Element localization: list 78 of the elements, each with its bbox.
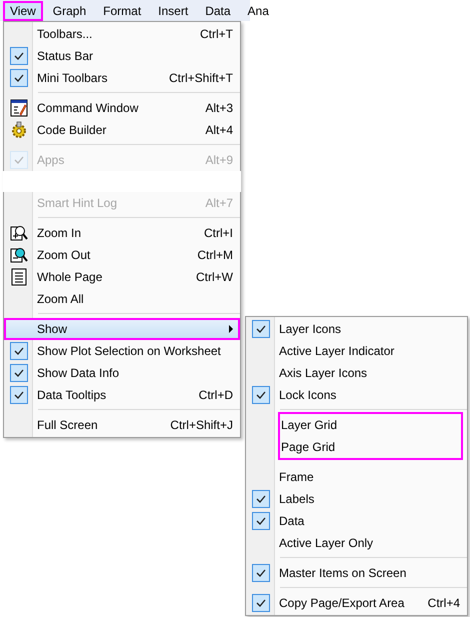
menu-item-label: Full Screen (36, 418, 99, 432)
menu-item[interactable]: Code Builder Alt+4 (4, 119, 240, 141)
menu-item-label: Active Layer Only (278, 536, 374, 550)
menu-item[interactable]: Status Bar (4, 45, 240, 67)
menu-item-label: Copy Page/Export Area (278, 596, 406, 610)
menu-item-label: Lock Icons (278, 388, 338, 402)
shortcut-label: Alt+3 (205, 101, 233, 115)
submenu-arrow-icon (229, 325, 233, 333)
menu-item-label: Active Layer Indicator (278, 344, 396, 358)
menu-item[interactable]: Show (4, 318, 240, 340)
menu-item[interactable]: Data (246, 510, 467, 532)
menu-bar-item[interactable]: Data (198, 0, 238, 20)
menu-item-label: Page Grid (280, 440, 336, 454)
shortcut-label: Ctrl+Shift+T (168, 71, 233, 85)
menu-item-label: Labels (278, 492, 316, 506)
menu-item[interactable]: Axis Layer Icons (246, 362, 467, 384)
menu-item-label: Apps (36, 153, 66, 167)
menu-item[interactable]: Layer Grid (248, 414, 461, 436)
menu-item[interactable]: Page Grid (248, 436, 461, 458)
shortcut-label: Ctrl+4 (428, 596, 460, 610)
menu-item-label: Show Plot Selection on Worksheet (36, 344, 222, 358)
menu-item-label: Command Window (36, 101, 140, 115)
menu-item[interactable]: Layer Icons (246, 318, 467, 340)
shortcut-label: Alt+7 (205, 196, 233, 210)
gear-icon (10, 121, 28, 139)
menu-item-label: Layer Icons (278, 322, 342, 336)
menu-item[interactable]: Mini Toolbars Ctrl+Shift+T (4, 67, 240, 89)
menu-item[interactable]: Lock Icons (246, 384, 467, 406)
menu-item-label: Frame (278, 470, 315, 484)
shortcut-label: Ctrl+W (196, 270, 233, 284)
menu-item-label: Toolbars... (36, 27, 94, 41)
shortcut-label: Alt+9 (205, 153, 233, 167)
zoom-out-icon (10, 246, 28, 264)
zoom-in-icon (10, 224, 28, 242)
shortcut-label: Ctrl+Shift+J (170, 418, 233, 432)
menu-item[interactable]: Frame (246, 466, 467, 488)
menu-item[interactable]: Master Items on Screen (246, 562, 467, 584)
page-icon (11, 268, 27, 286)
menu-item[interactable]: Zoom Out Ctrl+M (4, 244, 240, 266)
menu-bar-item[interactable]: Format (96, 0, 148, 20)
menu-bar-item[interactable]: Insert (151, 0, 196, 20)
menu-item[interactable]: Copy Page/Export Area Ctrl+4 (246, 592, 467, 614)
shortcut-label: Ctrl+T (200, 27, 233, 41)
menu-item[interactable]: Command Window Alt+3 (4, 97, 240, 119)
menu-item-label: Smart Hint Log (36, 196, 118, 210)
menu-item[interactable]: Labels (246, 488, 467, 510)
menu-item-label: Mini Toolbars (36, 71, 108, 85)
menu-item-label: Data Tooltips (36, 388, 108, 402)
menu-item-label: Whole Page (36, 270, 104, 284)
shortcut-label: Alt+4 (205, 123, 233, 137)
shortcut-label: Ctrl+I (204, 226, 233, 240)
menu-item[interactable]: Zoom All (4, 288, 240, 310)
menu-item[interactable]: Show Plot Selection on Worksheet (4, 340, 240, 362)
menu-item-label: Zoom In (36, 226, 82, 240)
menu-item-label: Status Bar (36, 49, 94, 63)
menu-item-label: Master Items on Screen (278, 566, 408, 580)
menu-bar-item[interactable]: Graph (46, 0, 94, 20)
menu-item[interactable]: Show Data Info (4, 362, 240, 384)
menu-item[interactable]: Active Layer Indicator (246, 340, 467, 362)
menu-item[interactable]: Data Tooltips Ctrl+D (4, 384, 240, 406)
menu-item[interactable]: Zoom In Ctrl+I (4, 222, 240, 244)
menu-item-label: Code Builder (36, 123, 108, 137)
menu-bar-item[interactable]: Ana (240, 0, 276, 20)
menu-item[interactable]: Whole Page Ctrl+W (4, 266, 240, 288)
menu-item[interactable]: Full Screen Ctrl+Shift+J (4, 414, 240, 436)
shortcut-label: Ctrl+M (197, 248, 233, 262)
menu-item[interactable]: Toolbars... Ctrl+T (4, 23, 240, 45)
menu-bar-item[interactable]: View (3, 0, 43, 20)
command-window-icon (10, 99, 28, 117)
menu-item-label: Data (278, 514, 306, 528)
menu-item-label: Axis Layer Icons (278, 366, 368, 380)
menu-item-label: Zoom Out (36, 248, 92, 262)
menu-item-label: Zoom All (36, 292, 85, 306)
menu-item-label: Layer Grid (280, 418, 338, 432)
menu-item-label: Show (36, 322, 68, 336)
menu-item[interactable]: Active Layer Only (246, 532, 467, 554)
menu-item-label: Show Data Info (36, 366, 120, 380)
shortcut-label: Ctrl+D (198, 388, 233, 402)
